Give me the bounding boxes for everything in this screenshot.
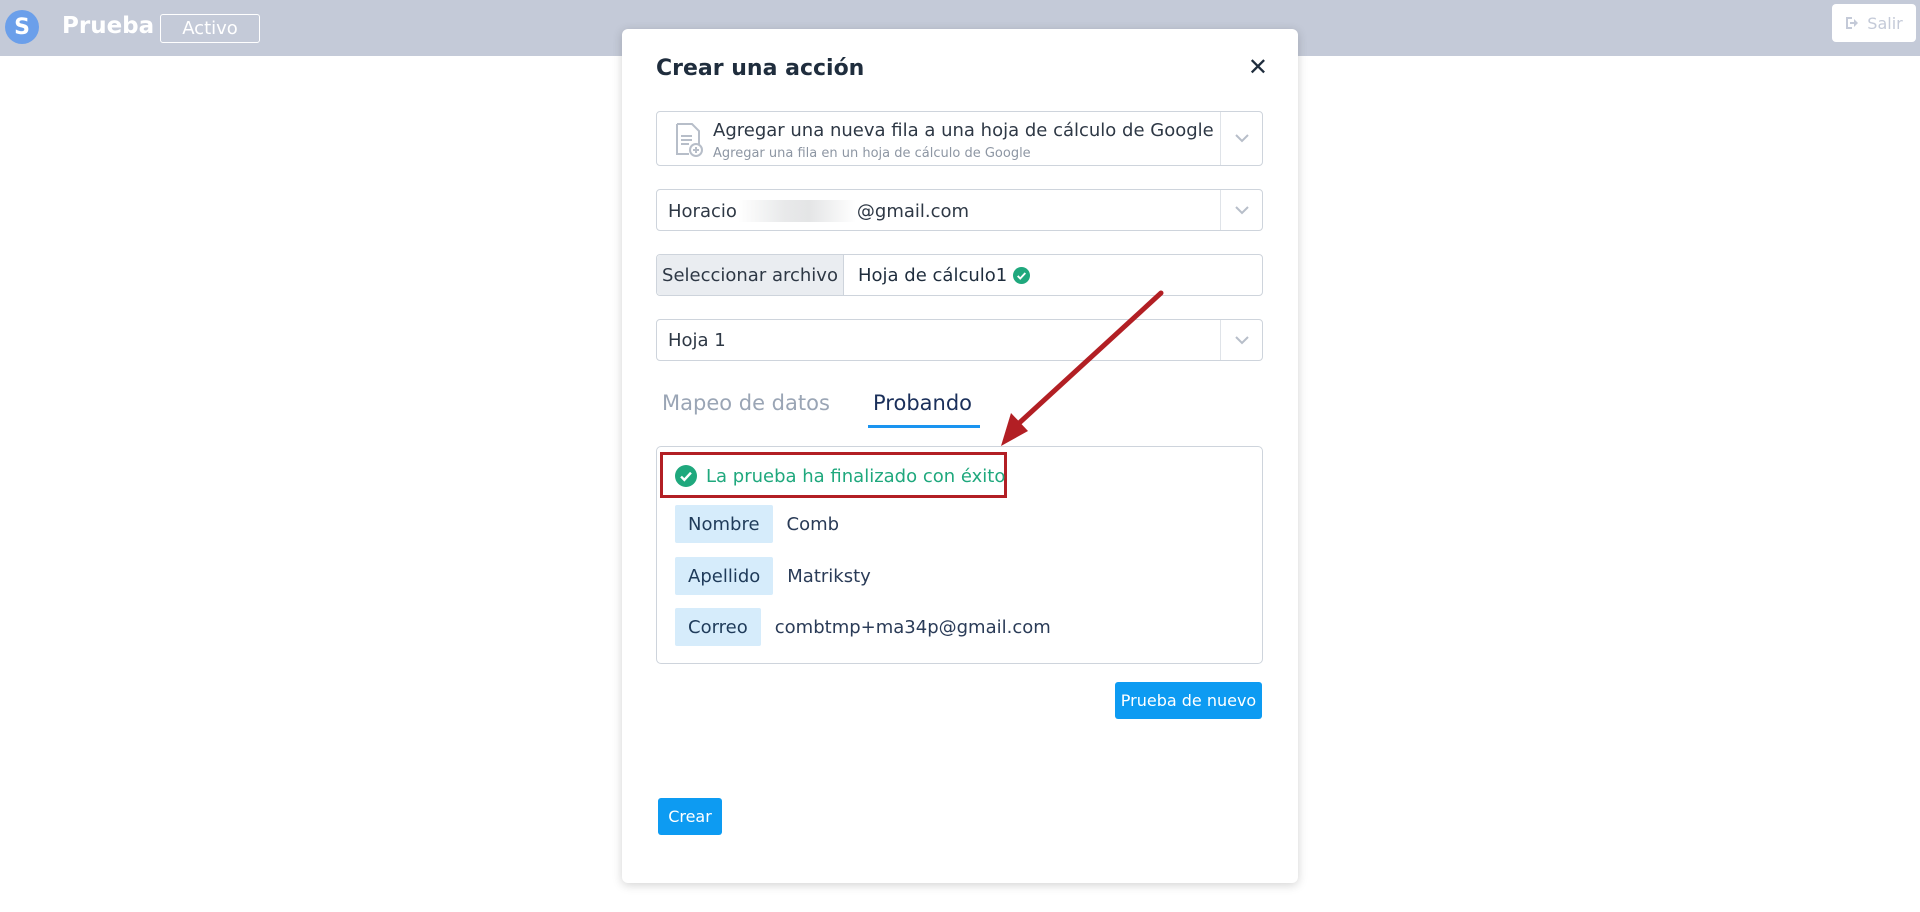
action-title: Agregar una nueva fila a una hoja de cál… (713, 120, 1214, 141)
spreadsheet-add-icon (676, 123, 703, 157)
check-circle-icon (675, 465, 697, 487)
file-picker: Seleccionar archivo Hoja de cálculo1 (656, 254, 1263, 296)
tab-data-mapping[interactable]: Mapeo de datos (662, 391, 830, 415)
sheet-select[interactable]: Hoja 1 (656, 319, 1263, 361)
result-field: Correo combtmp+ma34p@gmail.com (675, 608, 1051, 646)
account-select[interactable]: Horacio @gmail.com (656, 189, 1263, 231)
success-message: La prueba ha finalizado con éxito (675, 465, 1005, 487)
active-tab-indicator (868, 425, 980, 428)
test-result-panel: La prueba ha finalizado con éxito Nombre… (656, 446, 1263, 664)
retry-test-button[interactable]: Prueba de nuevo (1115, 682, 1262, 719)
selected-file: Hoja de cálculo1 (844, 255, 1031, 295)
create-button[interactable]: Crear (658, 798, 722, 835)
field-label: Apellido (675, 557, 774, 595)
field-value: Matriksty (787, 565, 871, 587)
sheet-value: Hoja 1 (668, 330, 726, 351)
close-icon[interactable]: ✕ (1248, 53, 1268, 81)
chevron-down-icon[interactable] (1220, 190, 1262, 230)
select-file-button[interactable]: Seleccionar archivo (657, 255, 844, 295)
result-field: Nombre Comb (675, 505, 839, 543)
result-field: Apellido Matriksty (675, 557, 871, 595)
field-value: combtmp+ma34p@gmail.com (774, 616, 1051, 638)
modal-title: Crear una acción (656, 56, 865, 81)
logout-label: Salir (1867, 13, 1903, 33)
logout-icon (1846, 17, 1859, 29)
chevron-down-icon[interactable] (1220, 320, 1262, 360)
app-logo: S (5, 10, 39, 44)
redacted-text (737, 200, 856, 222)
field-label: Nombre (675, 505, 773, 543)
tab-testing[interactable]: Probando (873, 391, 972, 415)
account-value: Horacio @gmail.com (668, 200, 969, 222)
logout-button[interactable]: Salir (1832, 4, 1916, 42)
success-text: La prueba ha finalizado con éxito (706, 465, 1006, 487)
account-domain: @gmail.com (856, 200, 970, 222)
field-value: Comb (786, 513, 840, 535)
account-name: Horacio (668, 200, 737, 222)
app-title: Prueba (62, 13, 155, 39)
field-label: Correo (675, 608, 761, 646)
create-action-modal: Crear una acción ✕ Agregar una nueva fil… (622, 29, 1298, 883)
action-subtitle: Agregar una fila en un hoja de cálculo d… (713, 146, 1031, 161)
status-badge[interactable]: Activo (160, 14, 260, 43)
check-circle-icon (1013, 266, 1031, 284)
selected-file-name: Hoja de cálculo1 (858, 264, 1008, 286)
action-select[interactable]: Agregar una nueva fila a una hoja de cál… (656, 111, 1263, 166)
chevron-down-icon[interactable] (1220, 112, 1262, 165)
